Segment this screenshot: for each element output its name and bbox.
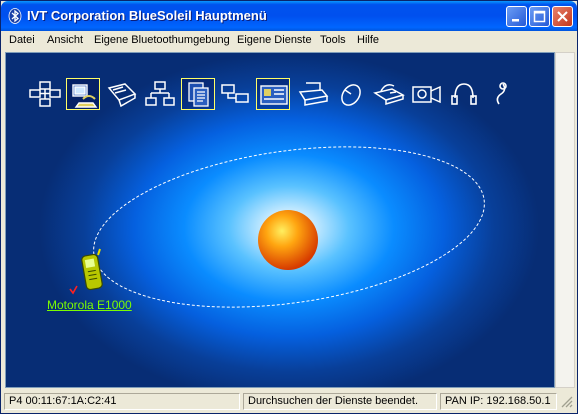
vertical-scrollbar[interactable] (555, 52, 575, 388)
bluetooth-environment-view[interactable]: Motorola E1000 (5, 52, 555, 388)
orbit-view (69, 146, 485, 308)
menu-eigene-bluetoothumgebung[interactable]: Eigene Bluetoothumgebung (94, 34, 230, 46)
window-title: IVT Corporation BlueSoleil Hauptmenü (27, 8, 267, 23)
local-device-sun-icon[interactable] (258, 210, 318, 270)
device-label[interactable]: Motorola E1000 (47, 298, 132, 312)
maximize-button[interactable] (529, 6, 550, 27)
status-device-address: P4 00:11:67:1A:C2:41 (4, 393, 240, 410)
status-bar: P4 00:11:67:1A:C2:41 Durchsuchen der Die… (1, 391, 577, 413)
title-bar[interactable]: IVT Corporation BlueSoleil Hauptmenü (1, 1, 577, 31)
bluetooth-icon (8, 8, 22, 24)
resize-grip-icon[interactable] (560, 395, 574, 409)
menu-datei[interactable]: Datei (9, 34, 35, 46)
maximize-icon (533, 10, 546, 23)
minimize-icon (512, 19, 519, 22)
menu-tools[interactable]: Tools (320, 34, 346, 46)
menu-eigene-dienste[interactable]: Eigene Dienste (237, 34, 312, 46)
close-button[interactable] (552, 6, 573, 27)
minimize-button[interactable] (506, 6, 527, 27)
mobile-phone-icon[interactable] (69, 248, 103, 295)
status-message: Durchsuchen der Dienste beendet. (243, 393, 437, 410)
menu-bar: Datei Ansicht Eigene Bluetoothumgebung E… (1, 31, 577, 50)
bluesoleil-main-window: IVT Corporation BlueSoleil Hauptmenü Dat… (0, 0, 578, 414)
close-icon (557, 11, 568, 22)
status-pan-ip: PAN IP: 192.168.50.1 (440, 393, 557, 410)
menu-ansicht[interactable]: Ansicht (47, 34, 83, 46)
menu-hilfe[interactable]: Hilfe (357, 34, 379, 46)
